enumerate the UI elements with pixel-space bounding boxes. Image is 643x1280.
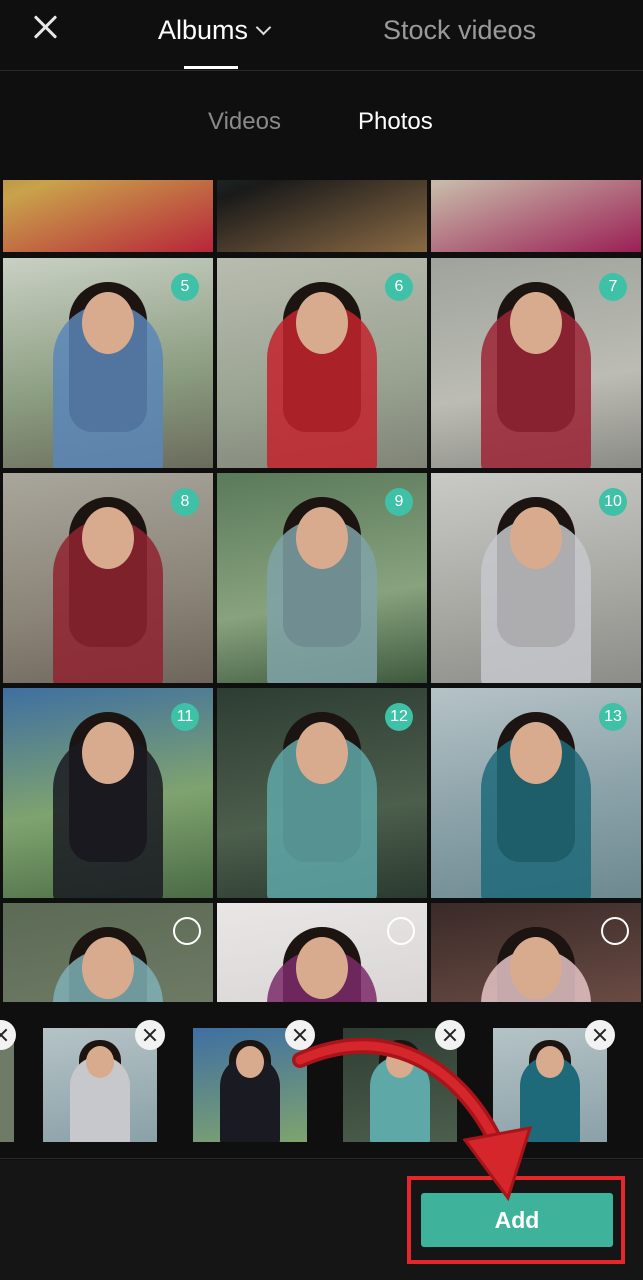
active-tab-indicator (184, 66, 238, 69)
photo-grid: 5 6 7 8 9 10 11 12 13 (0, 180, 643, 1002)
remove-icon[interactable] (135, 1020, 165, 1050)
selection-badge: 8 (171, 488, 199, 516)
selection-badge: 12 (385, 703, 413, 731)
photo-cell[interactable] (3, 180, 213, 252)
photo-cell[interactable] (431, 180, 641, 252)
photo-cell[interactable] (217, 903, 427, 1002)
photo-thumbnail (3, 180, 213, 252)
selection-badge: 10 (599, 488, 627, 516)
selection-badge: 13 (599, 703, 627, 731)
remove-icon[interactable] (435, 1020, 465, 1050)
close-icon[interactable] (28, 10, 62, 44)
remove-icon[interactable] (585, 1020, 615, 1050)
top-bar: Albums Stock videos (0, 0, 643, 71)
photo-cell[interactable]: 7 (431, 258, 641, 468)
photo-cell[interactable] (431, 903, 641, 1002)
unselected-circle-icon[interactable] (173, 917, 201, 945)
photo-cell[interactable]: 5 (3, 258, 213, 468)
selected-tray (0, 1002, 643, 1159)
photo-thumbnail (431, 180, 641, 252)
photo-cell[interactable]: 9 (217, 473, 427, 683)
selection-badge: 5 (171, 273, 199, 301)
media-type-tabs: Videos Photos (0, 108, 643, 144)
photo-cell[interactable] (217, 180, 427, 252)
photo-cell[interactable]: 13 (431, 688, 641, 898)
photo-cell[interactable]: 8 (3, 473, 213, 683)
selection-badge: 6 (385, 273, 413, 301)
subtab-photos[interactable]: Photos (358, 108, 433, 136)
photo-cell[interactable]: 12 (217, 688, 427, 898)
photo-cell[interactable] (3, 903, 213, 1002)
tab-albums-label: Albums (158, 14, 249, 45)
photo-cell[interactable]: 10 (431, 473, 641, 683)
add-button[interactable]: Add (421, 1193, 613, 1247)
chevron-down-icon (255, 19, 272, 35)
tab-albums[interactable]: Albums (158, 10, 272, 50)
unselected-circle-icon[interactable] (601, 917, 629, 945)
unselected-circle-icon[interactable] (387, 917, 415, 945)
photo-cell[interactable]: 6 (217, 258, 427, 468)
photo-cell[interactable]: 11 (3, 688, 213, 898)
tab-stock-videos-label: Stock videos (383, 14, 537, 45)
selection-badge: 7 (599, 273, 627, 301)
selection-badge: 9 (385, 488, 413, 516)
photo-thumbnail (217, 180, 427, 252)
selection-badge: 11 (171, 703, 199, 731)
subtab-videos[interactable]: Videos (208, 108, 281, 136)
tab-stock-videos[interactable]: Stock videos (383, 10, 536, 50)
remove-icon[interactable] (285, 1020, 315, 1050)
